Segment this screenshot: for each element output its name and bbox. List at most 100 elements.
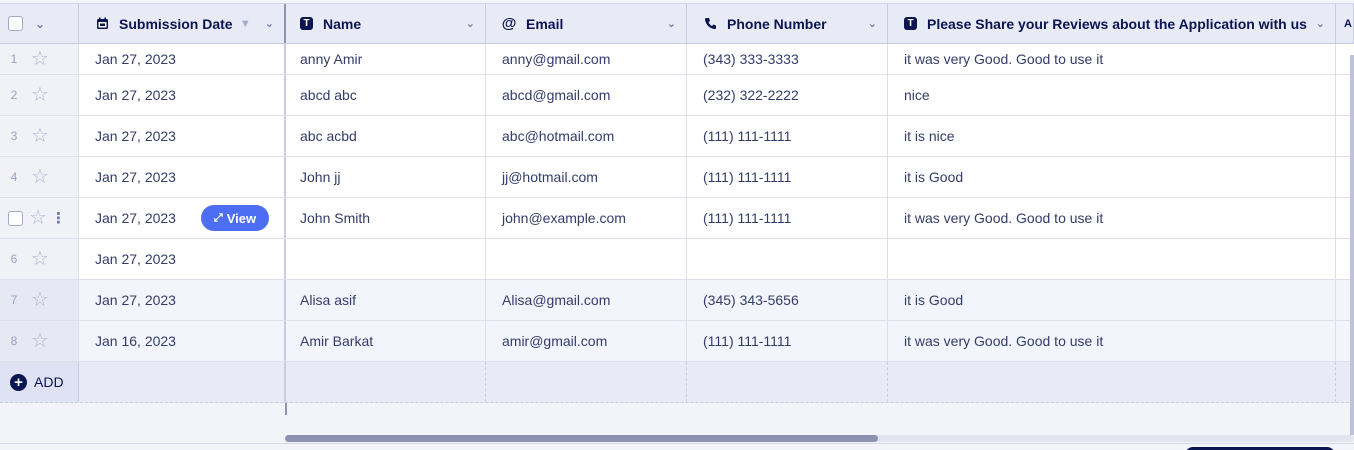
cell-submission-date[interactable]: Jan 27, 2023: [79, 280, 286, 320]
cell-email[interactable]: Alisa@gmail.com: [486, 280, 687, 320]
chevron-down-icon[interactable]: ⌄: [466, 17, 475, 30]
cell-name[interactable]: Alisa asif: [286, 280, 486, 320]
select-menu-chevron-icon[interactable]: ⌄: [35, 17, 45, 31]
text-field-icon: T: [904, 17, 917, 30]
cell-phone[interactable]: (111) 111-1111: [687, 116, 888, 156]
row-controls: 7 ☆: [0, 280, 79, 320]
chevron-down-icon[interactable]: ⌄: [1316, 17, 1325, 30]
column-label: Email: [526, 15, 564, 32]
cell-phone[interactable]: (343) 333-3333: [687, 44, 888, 74]
column-header-review[interactable]: T Please Share your Reviews about the Ap…: [888, 4, 1336, 43]
frozen-column-divider: [285, 403, 287, 415]
view-button-label: View: [226, 210, 257, 226]
star-icon[interactable]: ☆: [28, 290, 52, 310]
star-icon[interactable]: ☆: [28, 249, 52, 269]
cell-review[interactable]: it was very Good. Good to use it: [888, 321, 1336, 361]
cell-date-text: Jan 27, 2023: [95, 210, 176, 226]
row-controls: 3 ☆: [0, 116, 79, 156]
calendar-icon: [95, 17, 109, 31]
row-controls: 1 ☆: [0, 44, 79, 74]
cell-review[interactable]: [888, 239, 1336, 279]
column-header-submission-date[interactable]: Submission Date ▼ ⌄: [79, 4, 286, 43]
cell-name[interactable]: abcd abc: [286, 75, 486, 115]
cell-review[interactable]: it was very Good. Good to use it: [888, 44, 1336, 74]
cell-email[interactable]: [486, 239, 687, 279]
cell-submission-date[interactable]: Jan 27, 2023: [79, 116, 286, 156]
row-number: 4: [10, 170, 18, 184]
cell-email[interactable]: abcd@gmail.com: [486, 75, 687, 115]
view-submission-button[interactable]: ⤢ View: [201, 205, 269, 231]
table-row[interactable]: 7 ☆ Jan 27, 2023 Alisa asif Alisa@gmail.…: [0, 280, 1354, 321]
cell-review[interactable]: it was very Good. Good to use it: [888, 198, 1336, 238]
table-header: ⌄ Submission Date ▼ ⌄ T Name ⌄ @ Email ⌄…: [0, 3, 1354, 44]
empty-cell: [888, 362, 1336, 402]
chevron-down-icon[interactable]: ⌄: [265, 17, 274, 30]
star-icon[interactable]: ☆: [28, 331, 52, 351]
row-number: 6: [10, 252, 18, 266]
pin-icon[interactable]: ▼: [240, 18, 251, 30]
cell-phone[interactable]: (232) 322-2222: [687, 75, 888, 115]
cell-review[interactable]: it is Good: [888, 157, 1336, 197]
cell-name[interactable]: John jj: [286, 157, 486, 197]
star-icon[interactable]: ☆: [29, 208, 47, 228]
vertical-scrollbar[interactable]: [1350, 55, 1354, 435]
cell-name[interactable]: Amir Barkat: [286, 321, 486, 361]
cell-email[interactable]: amir@gmail.com: [486, 321, 687, 361]
expand-arrows-icon: ⤢: [213, 211, 223, 224]
cell-review[interactable]: it is Good: [888, 280, 1336, 320]
add-row: + ADD: [0, 362, 1354, 403]
chevron-down-icon[interactable]: ⌄: [868, 17, 877, 30]
cell-review[interactable]: it is nice: [888, 116, 1336, 156]
table-row[interactable]: 4 ☆ Jan 27, 2023 John jj jj@hotmail.com …: [0, 157, 1354, 198]
row-number: 3: [10, 129, 18, 143]
cell-email[interactable]: abc@hotmail.com: [486, 116, 687, 156]
cell-phone[interactable]: (111) 111-1111: [687, 198, 888, 238]
cell-submission-date[interactable]: Jan 27, 2023: [79, 239, 286, 279]
star-icon[interactable]: ☆: [28, 126, 52, 146]
header-controls: ⌄: [0, 4, 79, 43]
table-row[interactable]: 2 ☆ Jan 27, 2023 abcd abc abcd@gmail.com…: [0, 75, 1354, 116]
table-row[interactable]: 1 ☆ Jan 27, 2023 anny Amir anny@gmail.co…: [0, 44, 1354, 75]
row-controls: 4 ☆: [0, 157, 79, 197]
add-submission-button[interactable]: + ADD: [0, 373, 64, 391]
cell-name[interactable]: anny Amir: [286, 44, 486, 74]
cell-phone[interactable]: (111) 111-1111: [687, 157, 888, 197]
phone-icon: [703, 17, 717, 31]
cell-submission-date[interactable]: Jan 27, 2023: [79, 44, 286, 74]
more-options-icon[interactable]: ⋮: [51, 209, 66, 227]
table-row[interactable]: 8 ☆ Jan 16, 2023 Amir Barkat amir@gmail.…: [0, 321, 1354, 362]
star-icon[interactable]: ☆: [28, 167, 52, 187]
row-number: 8: [10, 334, 18, 348]
cell-name[interactable]: John Smith: [286, 198, 486, 238]
cell-review[interactable]: nice: [888, 75, 1336, 115]
cell-email[interactable]: john@example.com: [486, 198, 687, 238]
cell-phone[interactable]: (345) 343-5656: [687, 280, 888, 320]
cell-email[interactable]: jj@hotmail.com: [486, 157, 687, 197]
add-controls: + ADD: [0, 362, 79, 402]
cell-phone[interactable]: (111) 111-1111: [687, 321, 888, 361]
cell-email[interactable]: anny@gmail.com: [486, 44, 687, 74]
chevron-down-icon[interactable]: ⌄: [667, 17, 676, 30]
column-header-extra[interactable]: A: [1336, 4, 1354, 43]
select-all-checkbox[interactable]: [8, 16, 23, 31]
cell-submission-date[interactable]: Jan 16, 2023: [79, 321, 286, 361]
at-sign-icon: @: [501, 15, 517, 32]
column-header-name[interactable]: T Name ⌄: [286, 4, 486, 43]
cell-submission-date[interactable]: Jan 27, 2023: [79, 157, 286, 197]
empty-cell: [687, 362, 888, 402]
row-controls: 2 ☆: [0, 75, 79, 115]
star-icon[interactable]: ☆: [28, 49, 52, 69]
cell-submission-date[interactable]: Jan 27, 2023: [79, 75, 286, 115]
cell-phone[interactable]: [687, 239, 888, 279]
table-row[interactable]: 3 ☆ Jan 27, 2023 abc acbd abc@hotmail.co…: [0, 116, 1354, 157]
star-icon[interactable]: ☆: [28, 85, 52, 105]
plus-icon: +: [10, 373, 27, 391]
row-controls: ☆ ⋮ 5: [0, 198, 79, 238]
row-checkbox[interactable]: [8, 210, 23, 226]
horizontal-scrollbar-thumb[interactable]: [285, 435, 878, 442]
cell-name[interactable]: [286, 239, 486, 279]
cell-name[interactable]: abc acbd: [286, 116, 486, 156]
table-row[interactable]: 6 ☆ Jan 27, 2023: [0, 239, 1354, 280]
column-header-email[interactable]: @ Email ⌄: [486, 4, 687, 43]
column-header-phone[interactable]: Phone Number ⌄: [687, 4, 888, 43]
